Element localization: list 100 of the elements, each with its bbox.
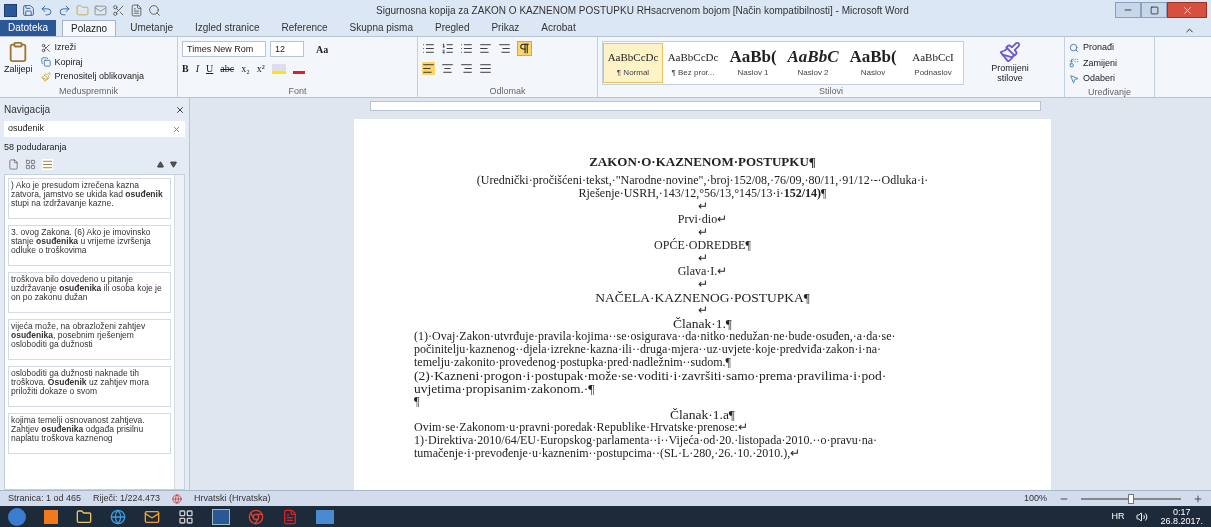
search-result[interactable]: osloboditi ga dužnosti naknade tih troškova. Osuđenik uz zahtjev mora priložiti dokaze o svom xyxy=(8,365,171,407)
replace-button[interactable]: Zamijeni xyxy=(1069,56,1117,70)
group-label: Odlomak xyxy=(488,85,527,97)
mail-icon[interactable] xyxy=(144,508,160,525)
align-left-icon[interactable] xyxy=(422,62,435,75)
minimize-button[interactable] xyxy=(1115,2,1141,18)
align-center-icon[interactable] xyxy=(441,62,454,75)
search-result[interactable]: vijeća može, na obrazloženi zahtjev osuđenika, posebnim rješenjem osloboditi ga dužnosti xyxy=(8,318,171,360)
group-label: Stilovi xyxy=(818,85,844,97)
document-text: (1)·Ovaj·Zakon·utvrđuje·pravila·kojima··se·osigurava··da·nitko·nedužan·ne·bude·osuđen,·a·da·se· xyxy=(414,330,897,343)
close-button[interactable] xyxy=(1167,2,1207,18)
format-button[interactable]: x₂ xyxy=(241,61,250,76)
clock[interactable]: 0:17 26.8.2017. xyxy=(1160,507,1203,526)
pdf-icon[interactable] xyxy=(282,508,298,525)
redo-icon[interactable] xyxy=(58,3,71,17)
style-tile[interactable]: AaBbCcI Podnaslov xyxy=(903,43,963,83)
document-text: ↵ xyxy=(697,200,708,213)
format-button[interactable]: B xyxy=(182,61,189,76)
group-label: Međuspremnik xyxy=(58,85,119,97)
save-icon[interactable] xyxy=(22,3,35,17)
style-tile[interactable]: AaBb( Naslov xyxy=(843,43,903,83)
document-text: ↵ xyxy=(696,252,709,265)
cut-icon[interactable] xyxy=(112,3,125,17)
document-text: ↵ xyxy=(696,278,709,291)
headings-view-icon[interactable] xyxy=(8,158,19,170)
document-icon[interactable] xyxy=(130,3,143,17)
styles-icon xyxy=(999,41,1021,63)
find-button[interactable]: Pronađi xyxy=(1069,41,1117,55)
search-result[interactable]: kojima temelji osnovanost zahtjeva. Zahtjev osuđenika odgađa prisilnu naplatu troškova kaznenog xyxy=(8,412,171,454)
show-marks-icon[interactable] xyxy=(517,41,532,56)
document-text: Članak·1.¶ xyxy=(672,317,733,330)
copy-button[interactable]: Kopiraj xyxy=(40,55,145,69)
ribbon-tab[interactable]: Pregled xyxy=(427,20,478,36)
ribbon-tab[interactable]: Prikaz xyxy=(483,20,528,36)
style-tile[interactable]: AaBbCcDc ¶ Normal xyxy=(603,43,663,83)
undo-icon[interactable] xyxy=(40,3,53,17)
previous-result-icon[interactable] xyxy=(157,160,164,168)
replace-icon xyxy=(1069,58,1079,69)
style-tile[interactable]: AaBb( Naslov 1 xyxy=(723,43,783,83)
close-icon[interactable] xyxy=(175,104,185,115)
document-text: Članak·1.a¶ xyxy=(669,408,736,421)
search-result[interactable]: ) Ako je presudom izrečena kazna zatvora, jamstvo se ukida kad osuđenik stupi na izdržavanje kazne. xyxy=(8,177,171,219)
document-text: OPĆE·ODREDBE¶ xyxy=(653,239,752,252)
chrome-icon[interactable] xyxy=(248,508,264,525)
change-styles-button[interactable]: Promijeni stilove xyxy=(980,41,1040,85)
document-text: Prvi·dio↵ xyxy=(676,213,729,226)
language-indicator[interactable]: HR xyxy=(1111,509,1125,524)
pane-title: Navigacija xyxy=(4,103,51,117)
document-text: Ovim·se·Zakonom·u·pravni·poredak·Republike·Hrvatske·prenose:↵ xyxy=(414,421,749,434)
search-result[interactable]: troškova bilo dovedeno u pitanje uzdržavanje osuđenika ili osoba koje je on po zakonu dužan xyxy=(8,271,171,313)
bullets-icon[interactable] xyxy=(422,42,435,55)
multilevel-list-icon[interactable] xyxy=(460,42,473,55)
document-text: (Urednički·pročišćeni·tekst,·"Narodne·novine",·broj·152/08,·76/09,·80/11,·91/12·-·Odluka·i· xyxy=(475,174,930,187)
format-button[interactable]: U xyxy=(206,61,214,76)
format-button[interactable]: I xyxy=(195,61,199,76)
search-icon xyxy=(1069,42,1079,53)
format-painter-button[interactable]: Prenositelj oblikovanja xyxy=(40,70,145,84)
document-text: tumačenje·i·prevođenje·u·kaznenim··postupcima··(SL·L·280,·26.·10.·2010.),↵ xyxy=(414,447,801,460)
ribbon-tab[interactable]: Polazno xyxy=(62,20,117,36)
next-result-icon[interactable] xyxy=(170,160,177,168)
browser-icon[interactable] xyxy=(110,508,126,525)
zoom-thumb[interactable] xyxy=(1128,493,1134,504)
clear-icon[interactable] xyxy=(172,124,181,134)
select-button[interactable]: Odaberi xyxy=(1069,72,1117,86)
paste-button[interactable]: Zalijepi xyxy=(4,41,33,85)
document-text: NAČELA·KAZNENOG·POSTUPKA¶ xyxy=(594,291,811,304)
change-case-button[interactable]: Aa xyxy=(316,41,329,57)
format-button[interactable]: x² xyxy=(256,61,265,76)
ribbon-tab[interactable]: Skupna pisma xyxy=(341,20,421,36)
font-size-field[interactable]: 12 xyxy=(270,41,304,57)
search-field[interactable]: osuđenik xyxy=(4,121,185,137)
scissors-icon xyxy=(40,42,51,53)
volume-icon[interactable] xyxy=(1136,510,1149,523)
group-label: Font xyxy=(287,85,308,97)
ribbon-tab[interactable]: Reference xyxy=(273,20,336,36)
format-button[interactable]: abc xyxy=(220,61,235,76)
maximize-button[interactable] xyxy=(1141,2,1167,18)
ribbon-tab[interactable]: Acrobat xyxy=(533,20,584,36)
document-text: uvjetima·propisanim·zakonom.·¶ xyxy=(414,382,595,395)
ribbon-tab[interactable]: Izgled stranice xyxy=(187,20,268,36)
folder-icon[interactable] xyxy=(76,508,92,525)
ribbon-tab[interactable]: Umetanje xyxy=(122,20,181,36)
align-right-icon[interactable] xyxy=(460,62,473,75)
style-tile[interactable]: AaBbC Naslov 2 xyxy=(783,43,843,83)
window-title: Sigurnosna kopija za ZAKON O KAZNENOM POSTUPKU RHsacrvenom bojom [Način kompatibilnosti] - Microsoft Word xyxy=(376,3,909,18)
numbering-icon[interactable] xyxy=(441,42,454,55)
search-result[interactable]: 3. ovog Zakona. (6) Ako je imovinsko stanje osuđenika u vrijeme izvršenja odluke o troškovima xyxy=(8,224,171,266)
zoom-in-icon[interactable] xyxy=(1193,493,1203,504)
cut-button[interactable]: Izreži xyxy=(40,41,145,55)
search-icon[interactable] xyxy=(148,3,161,17)
proofing-icon[interactable] xyxy=(172,493,183,504)
font-name-field[interactable]: Times New Rom xyxy=(182,41,266,57)
justify-icon[interactable] xyxy=(479,62,492,75)
scrollbar[interactable] xyxy=(174,174,184,489)
ribbon-tab[interactable]: Datoteka xyxy=(0,20,57,36)
style-tile[interactable]: AaBbCcDc ¶ Bez pror... xyxy=(663,43,723,83)
results-view-icon[interactable] xyxy=(42,158,53,170)
document-text: ↵ xyxy=(697,304,708,317)
pages-view-icon[interactable] xyxy=(25,158,36,170)
copy-icon xyxy=(40,57,51,68)
